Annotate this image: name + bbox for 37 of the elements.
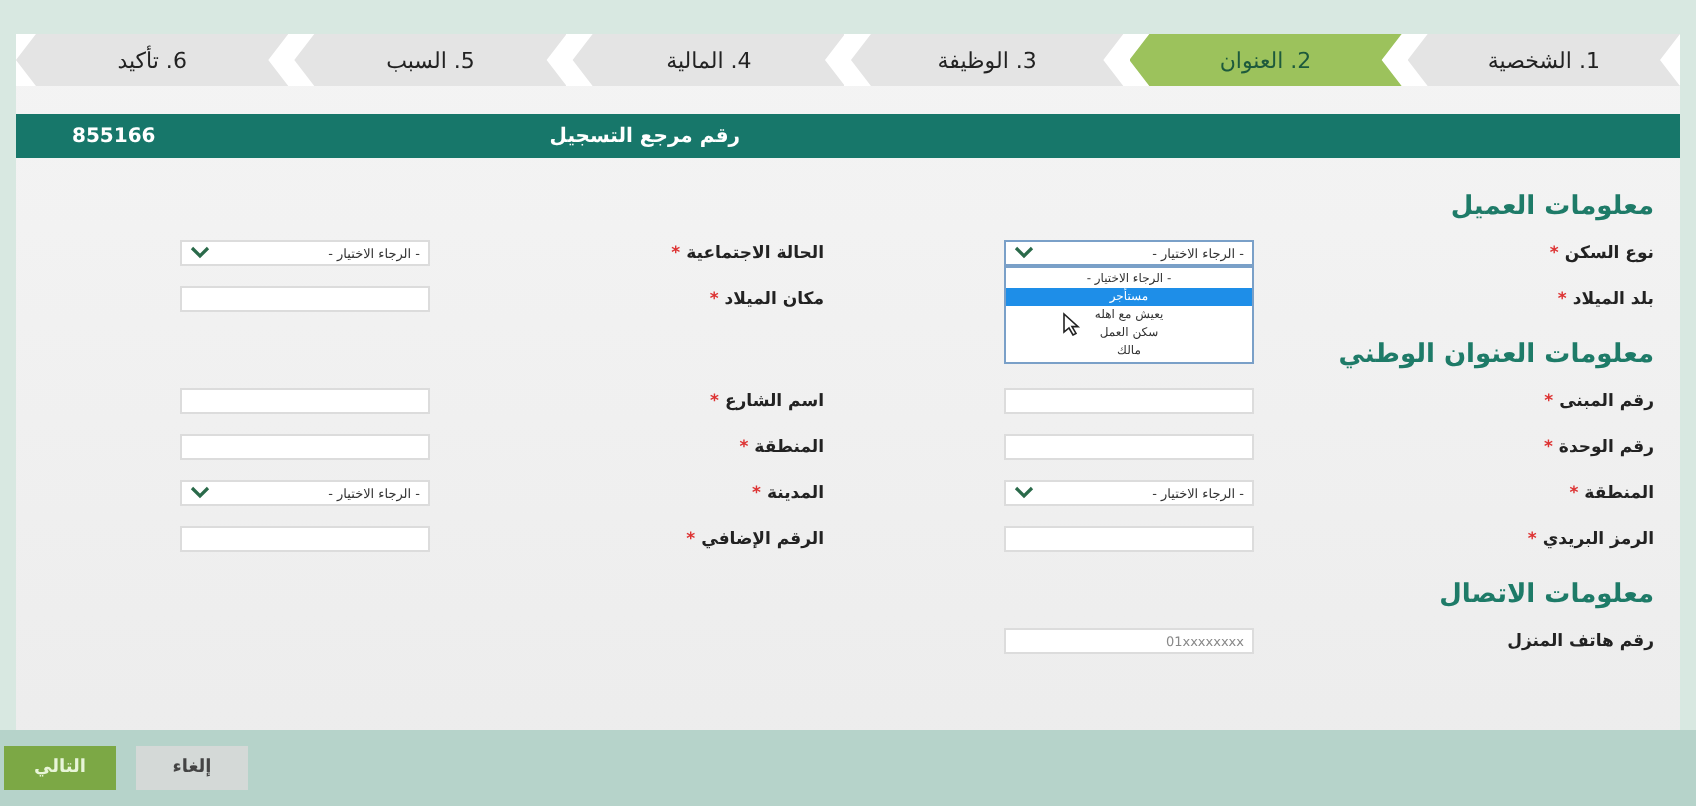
input-field[interactable] bbox=[180, 388, 430, 414]
field-label: رقم الوحدة * bbox=[1541, 437, 1656, 457]
section-title: معلومات العميل bbox=[1450, 190, 1656, 222]
step-tab[interactable]: 6. تأكيد bbox=[15, 34, 289, 86]
field-label: نوع السكن * bbox=[1547, 243, 1656, 263]
field-label: الحالة الاجتماعية * bbox=[669, 243, 826, 263]
reference-number: 855166 bbox=[72, 125, 156, 147]
input-field[interactable] bbox=[180, 434, 430, 460]
chevron-down-icon bbox=[190, 486, 210, 500]
field-label: المنطقة * bbox=[737, 437, 826, 457]
field-label: اسم الشارع * bbox=[708, 391, 826, 411]
field-label: رقم المبنى * bbox=[1542, 391, 1656, 411]
step-tab[interactable]: 3. الوظيفة bbox=[850, 34, 1124, 86]
cancel-button[interactable]: إلغاء bbox=[136, 746, 248, 790]
field-label: بلد الميلاد * bbox=[1555, 289, 1656, 309]
step-tab[interactable]: 4. المالية bbox=[572, 34, 845, 86]
input-field[interactable] bbox=[180, 286, 430, 312]
field-label: مكان الميلاد * bbox=[707, 289, 826, 309]
input-field[interactable] bbox=[180, 526, 430, 552]
step-tab[interactable]: 1. الشخصية bbox=[1407, 34, 1680, 86]
field-label: الرقم الإضافي * bbox=[684, 529, 826, 549]
reference-label: رقم مرجع التسجيل bbox=[549, 125, 740, 147]
step-tab[interactable]: 5. السبب bbox=[294, 34, 567, 86]
input-field[interactable] bbox=[1004, 434, 1254, 460]
section-title: معلومات العنوان الوطني bbox=[1338, 338, 1656, 370]
chevron-down-icon bbox=[1014, 246, 1034, 260]
chevron-down-icon bbox=[1014, 486, 1034, 500]
chevron-down-icon bbox=[190, 246, 210, 260]
field-label: الرمز البريدي * bbox=[1525, 529, 1656, 549]
cursor-icon bbox=[1062, 312, 1082, 336]
input-field[interactable] bbox=[1004, 526, 1254, 552]
step-tab[interactable]: 2. العنوان bbox=[1129, 34, 1402, 86]
field-label: المدينة * bbox=[750, 483, 826, 503]
input-field[interactable] bbox=[1004, 388, 1254, 414]
field-label: رقم هاتف المنزل bbox=[1505, 631, 1656, 651]
section-title: معلومات الاتصال bbox=[1439, 578, 1656, 610]
field-label: المنطقة * bbox=[1567, 483, 1656, 503]
